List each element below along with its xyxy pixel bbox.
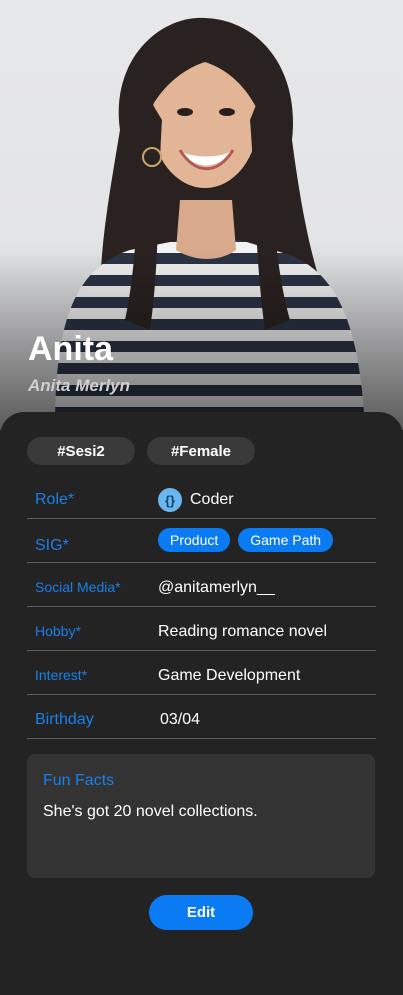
role-label: Role* — [35, 491, 75, 508]
birthday-label: Birthday — [35, 711, 94, 728]
profile-full-name: Anita Merlyn — [28, 376, 131, 395]
sig-label: SIG* — [35, 537, 69, 554]
profile-details-card: #Sesi2 #Female Role* {} Coder SIG* Produc… — [0, 412, 403, 995]
sig-chips: Product Game Path — [158, 528, 334, 552]
profile-name: Anita — [28, 330, 113, 368]
field-sig: SIG* Product Game Path — [27, 519, 376, 563]
edit-button[interactable]: Edit — [149, 895, 253, 930]
social-media-label: Social Media* — [35, 579, 121, 595]
profile-photo: Anita Anita Merlyn — [0, 0, 403, 430]
interest-value: Game Development — [158, 667, 301, 684]
field-role: Role* {} Coder — [27, 481, 376, 519]
hobby-label: Hobby* — [35, 623, 81, 639]
fun-facts-title: Fun Facts — [43, 772, 115, 789]
field-hobby: Hobby* Reading romance novel — [27, 607, 376, 651]
birthday-value: 03/04 — [160, 711, 201, 728]
sig-chip-product[interactable]: Product — [158, 528, 231, 552]
code-braces-icon: {} — [158, 488, 182, 512]
sig-chip-game-path[interactable]: Game Path — [238, 528, 334, 552]
social-media-value[interactable]: @anitamerlyn__ — [158, 579, 275, 597]
field-social-media: Social Media* @anitamerlyn__ — [27, 563, 376, 607]
field-birthday: Birthday 03/04 — [27, 695, 376, 739]
role-text: Coder — [190, 491, 234, 509]
role-value: {} Coder — [158, 488, 234, 512]
fun-facts-text: She's got 20 novel collections. — [43, 803, 258, 820]
field-interest: Interest* Game Development — [27, 651, 376, 695]
hobby-value: Reading romance novel — [158, 623, 327, 640]
tag-list: #Sesi2 #Female — [27, 437, 255, 465]
tag-session[interactable]: #Sesi2 — [27, 437, 135, 465]
interest-label: Interest* — [35, 667, 88, 683]
tag-gender[interactable]: #Female — [147, 437, 255, 465]
fun-facts-box: Fun Facts She's got 20 novel collections… — [27, 754, 375, 878]
